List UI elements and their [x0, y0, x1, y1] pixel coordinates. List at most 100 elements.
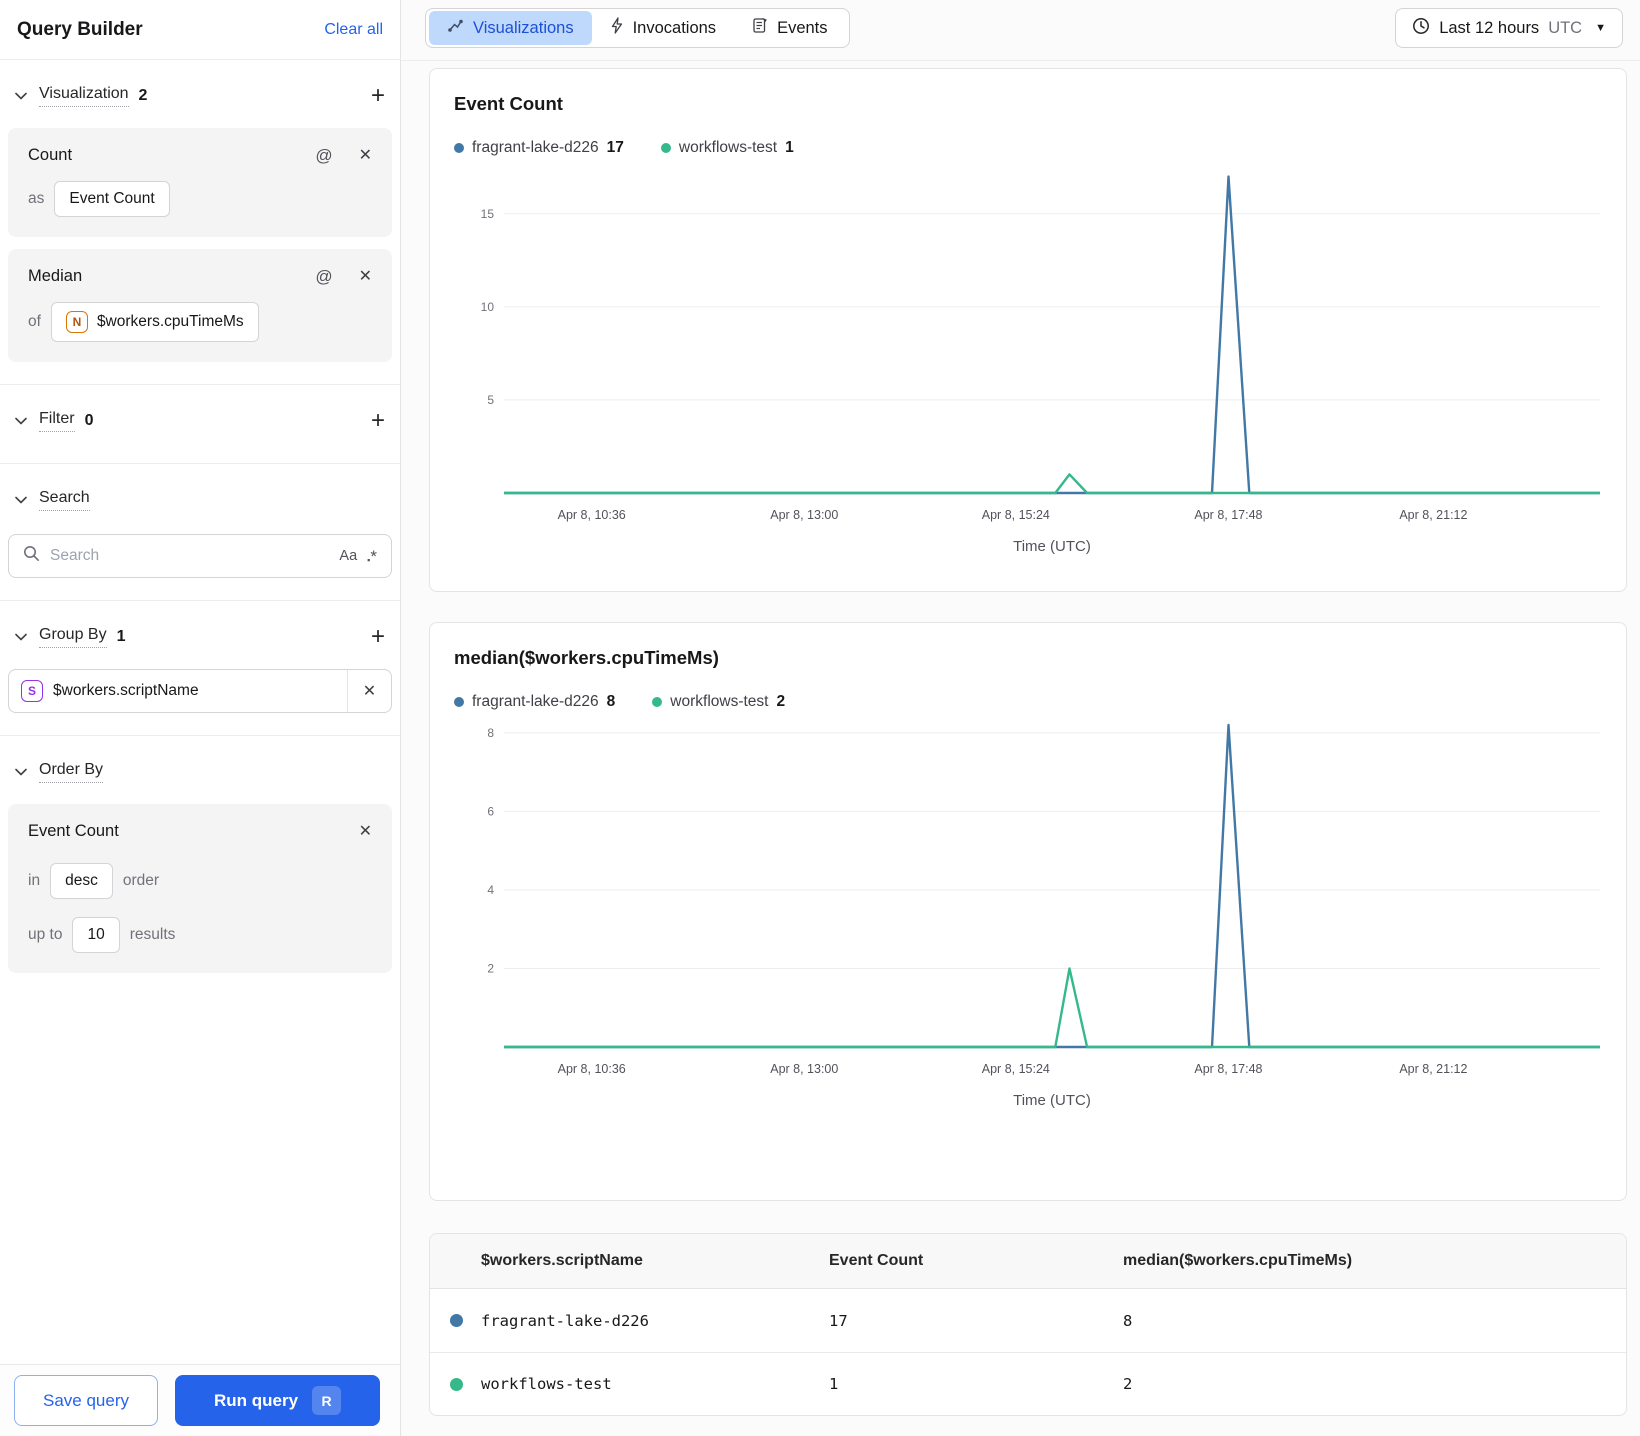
search-section-header: Search: [0, 480, 400, 520]
time-zone-value: UTC: [1548, 18, 1583, 37]
chevron-down-icon[interactable]: [15, 768, 27, 776]
run-query-button[interactable]: Run query R: [175, 1375, 380, 1426]
close-icon[interactable]: ✕: [359, 147, 372, 164]
line-chart: 5 10 15 Apr 8, 10:36 Apr 8, 13:00 Apr 8, 15:2…: [454, 165, 1602, 562]
cell-median: 8: [1123, 1311, 1133, 1330]
svg-text:15: 15: [481, 207, 495, 221]
legend-item[interactable]: workflows-test 1: [660, 139, 794, 157]
sidebar-header: Query Builder Clear all: [0, 0, 400, 60]
search-input[interactable]: [50, 547, 330, 565]
event-count-chart-card: Event Count fragrant-lake-d226 17 workfl…: [429, 68, 1627, 592]
result-limit-value: 10: [87, 926, 105, 943]
chart-title: Event Count: [454, 93, 563, 114]
svg-text:10: 10: [481, 300, 495, 314]
svg-text:6: 6: [487, 804, 494, 818]
cell-scriptname: workflows-test: [481, 1375, 612, 1393]
legend-item[interactable]: fragrant-lake-d226 8: [454, 693, 615, 711]
chart-title: median($workers.cpuTimeMs): [454, 647, 719, 668]
remove-groupby-icon[interactable]: ✕: [347, 670, 391, 712]
groupby-section-header: Group By 1 +: [0, 617, 400, 657]
view-tab-group: Visualizations Invocations Events: [425, 8, 850, 48]
svg-text:Apr 8, 15:24: Apr 8, 15:24: [982, 1062, 1050, 1076]
filter-section-label[interactable]: Filter: [39, 410, 75, 432]
upto-label: up to: [28, 926, 63, 943]
time-range-dropdown[interactable]: Last 12 hours UTC ▼: [1395, 8, 1623, 48]
close-icon[interactable]: ✕: [359, 823, 372, 840]
visualization-section-header: Visualization 2 +: [0, 76, 400, 116]
cell-scriptname: fragrant-lake-d226: [481, 1311, 649, 1330]
series-color-dot: [450, 1377, 463, 1391]
visualization-count: 2: [138, 87, 148, 104]
legend-dot: [454, 143, 464, 153]
median-card-title: Median: [28, 267, 83, 285]
mention-icon[interactable]: @: [315, 147, 332, 164]
median-cputime-chart-card: median($workers.cpuTimeMs) fragrant-lake…: [429, 622, 1627, 1201]
run-shortcut-badge: R: [312, 1386, 342, 1415]
chevron-down-icon[interactable]: [15, 92, 27, 100]
chart-svg: 2 4 6 8 Apr 8, 10:36 Apr 8, 13:00 Apr 8, 15:24…: [487, 723, 1600, 1109]
table-header-row: $workers.scriptName Event Count median($…: [430, 1234, 1626, 1289]
add-groupby-button[interactable]: +: [371, 625, 385, 649]
legend-item[interactable]: workflows-test 2: [652, 693, 785, 711]
svg-text:8: 8: [487, 726, 494, 740]
search-section-label[interactable]: Search: [39, 489, 90, 511]
tab-events[interactable]: Events: [734, 11, 845, 45]
median-field-value: $workers.cpuTimeMs: [96, 313, 244, 330]
svg-text:Apr 8, 17:48: Apr 8, 17:48: [1194, 508, 1262, 522]
document-icon: [752, 17, 768, 39]
numeric-field-icon: N: [65, 311, 88, 333]
legend-item[interactable]: fragrant-lake-d226 17: [454, 139, 624, 157]
main-content: Visualizations Invocations Events Last 1…: [401, 0, 1640, 1436]
order-direction-value: desc: [65, 872, 98, 889]
save-query-button[interactable]: Save query: [14, 1375, 158, 1426]
table-row[interactable]: fragrant-lake-d226 17 8: [430, 1289, 1626, 1352]
svg-text:Apr 8, 10:36: Apr 8, 10:36: [558, 1062, 626, 1076]
section-divider: [0, 735, 400, 736]
lightning-icon: [610, 17, 624, 39]
add-visualization-button[interactable]: +: [371, 84, 385, 108]
orderby-section-label[interactable]: Order By: [39, 761, 104, 783]
chart-legend: fragrant-lake-d226 17 workflows-test 1: [454, 139, 1602, 157]
groupby-section-label[interactable]: Group By: [39, 626, 107, 648]
regex-icon[interactable]: ▪ *: [367, 548, 377, 565]
table-row[interactable]: workflows-test 1 2: [430, 1352, 1626, 1415]
sidebar-footer: Save query Run query R: [0, 1364, 400, 1436]
tab-visualizations[interactable]: Visualizations: [429, 11, 592, 45]
result-limit-field[interactable]: 10: [72, 917, 120, 953]
svg-text:Apr 8, 13:00: Apr 8, 13:00: [770, 508, 838, 522]
section-divider: [0, 463, 400, 464]
groupby-count: 1: [116, 628, 126, 645]
order-direction-selector[interactable]: desc: [50, 863, 113, 899]
match-case-icon[interactable]: Aa: [339, 548, 357, 564]
filter-count: 0: [84, 412, 94, 429]
median-field-selector[interactable]: N $workers.cpuTimeMs: [50, 302, 259, 342]
count-alias-field[interactable]: Event Count: [54, 181, 170, 217]
cell-event-count: 17: [829, 1311, 848, 1330]
chevron-down-icon[interactable]: [15, 417, 27, 425]
close-icon[interactable]: ✕: [359, 268, 372, 285]
svg-text:Time (UTC): Time (UTC): [1013, 1092, 1091, 1109]
count-card-title: Count: [28, 146, 73, 164]
column-header-scriptname: $workers.scriptName: [481, 1252, 643, 1269]
orderby-card: Event Count ✕ in desc order up to 10 res…: [8, 804, 392, 973]
svg-text:Apr 8, 17:48: Apr 8, 17:48: [1194, 1062, 1262, 1076]
mention-icon[interactable]: @: [315, 268, 332, 285]
chevron-down-icon[interactable]: [15, 496, 27, 504]
query-builder-sidebar: Query Builder Clear all Visualization 2 …: [0, 0, 401, 1436]
line-chart-icon: [447, 18, 464, 39]
clear-all-button[interactable]: Clear all: [324, 21, 383, 39]
visualization-section-label[interactable]: Visualization: [39, 85, 129, 107]
legend-dot: [660, 143, 671, 153]
svg-text:Apr 8, 13:00: Apr 8, 13:00: [770, 1062, 838, 1076]
svg-text:Apr 8, 15:24: Apr 8, 15:24: [982, 508, 1050, 522]
filter-section-header: Filter 0 +: [0, 401, 400, 441]
add-filter-button[interactable]: +: [371, 409, 385, 433]
svg-text:4: 4: [487, 883, 494, 897]
in-label: in: [28, 872, 41, 889]
section-divider: [0, 384, 400, 385]
search-icon: [23, 545, 40, 567]
chevron-down-icon[interactable]: [15, 633, 27, 641]
clock-icon: [1412, 17, 1430, 40]
tab-invocations[interactable]: Invocations: [592, 11, 734, 45]
groupby-field-row[interactable]: S $workers.scriptName ✕: [8, 669, 392, 713]
